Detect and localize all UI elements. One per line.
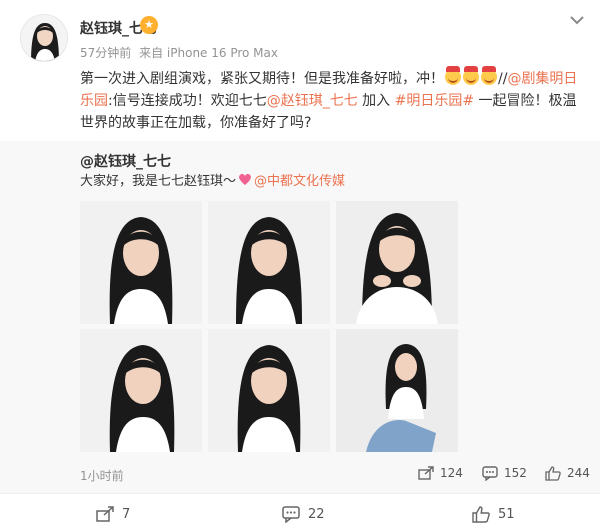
- comment-icon: [482, 465, 498, 481]
- celebrate-emoji-icon: [445, 66, 461, 85]
- repost-comment-count: 152: [504, 466, 527, 480]
- comment-count: 22: [308, 506, 325, 522]
- thumbs-up-icon: [472, 505, 490, 523]
- weibo-post: 赵钰琪_七七 ★ 57分钟前 来自 iPhone 16 Pro Max 第一次进…: [0, 0, 600, 532]
- chevron-down-icon[interactable]: [568, 12, 586, 26]
- photo-thumbnail[interactable]: [80, 201, 202, 324]
- post-time[interactable]: 57分钟前: [80, 46, 131, 60]
- vip-badge-icon: ★: [140, 16, 158, 34]
- photo-thumbnail[interactable]: [80, 329, 202, 452]
- mention-link-author[interactable]: @赵钰琪_七七: [267, 93, 358, 109]
- repost-share-count: 124: [440, 466, 463, 480]
- post-meta: 57分钟前 来自 iPhone 16 Pro Max: [80, 44, 282, 61]
- content-text-3: 加入: [357, 93, 395, 109]
- repost-text-body: 大家好，我是七七赵钰琪～: [80, 174, 237, 189]
- photo-thumbnail[interactable]: [336, 201, 458, 324]
- repost-time[interactable]: 1小时前: [80, 467, 124, 484]
- share-icon: [96, 506, 114, 522]
- content-text-2: :信号连接成功！欢迎七七: [108, 93, 267, 109]
- repost-text: 大家好，我是七七赵钰琪～ @中都文化传媒: [80, 172, 345, 192]
- share-count: 7: [122, 506, 131, 522]
- celebrate-emoji-icon: [463, 66, 479, 85]
- celebrate-emoji-icon: [481, 66, 497, 85]
- hashtag-link[interactable]: #明日乐园#: [395, 93, 474, 109]
- heart-emoji-icon: [239, 173, 251, 185]
- share-icon: [418, 466, 434, 480]
- post-content: 第一次进入剧组演戏，紧张又期待！但是我准备好啦，冲！//@剧集明日乐园:信号连接…: [80, 66, 580, 134]
- like-button[interactable]: 51: [472, 503, 515, 525]
- repost-like-count: 244: [567, 466, 590, 480]
- repost-mention-link[interactable]: @中都文化传媒: [254, 174, 345, 189]
- repost-comment-button[interactable]: 152: [482, 463, 527, 483]
- repost-like-button[interactable]: 244: [545, 463, 590, 483]
- like-count: 51: [498, 506, 515, 522]
- avatar[interactable]: [20, 14, 68, 62]
- comment-icon: [282, 505, 300, 523]
- post-source: 来自 iPhone 16 Pro Max: [139, 46, 278, 60]
- repost-box: @赵钰琪_七七 大家好，我是七七赵钰琪～ @中都文化传媒 1小时前 124 15…: [0, 141, 600, 493]
- comment-button[interactable]: 22: [282, 503, 325, 525]
- content-text-1: 第一次进入剧组演戏，紧张又期待！但是我准备好啦，冲！: [80, 71, 444, 87]
- repost-share-button[interactable]: 124: [418, 463, 463, 483]
- share-button[interactable]: 7: [96, 503, 130, 525]
- photo-thumbnail[interactable]: [336, 329, 458, 452]
- action-divider: [0, 493, 600, 494]
- photo-thumbnail[interactable]: [208, 201, 330, 324]
- avatar-image: [21, 15, 67, 61]
- thumbs-up-icon: [545, 465, 561, 481]
- photo-thumbnail[interactable]: [208, 329, 330, 452]
- repost-author[interactable]: @赵钰琪_七七: [80, 151, 171, 171]
